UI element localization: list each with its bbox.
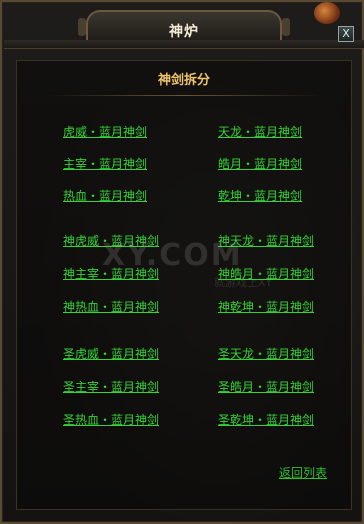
watermark: XY.COM xyxy=(102,238,243,273)
divider xyxy=(47,95,321,96)
sword-link[interactable]: 圣主宰・蓝月神剑 xyxy=(63,378,159,395)
sword-link[interactable]: 主宰・蓝月神剑 xyxy=(63,155,147,172)
title-tab: 神炉 xyxy=(78,10,290,42)
header-bar xyxy=(4,40,364,49)
sword-link[interactable]: 皓月・蓝月神剑 xyxy=(218,155,302,172)
sword-link[interactable]: 圣皓月・蓝月神剑 xyxy=(218,378,314,395)
sword-link[interactable]: 乾坤・蓝月神剑 xyxy=(218,187,302,204)
sword-link[interactable]: 虎威・蓝月神剑 xyxy=(63,123,147,140)
close-button[interactable]: X xyxy=(338,26,354,42)
back-to-list-link[interactable]: 返回列表 xyxy=(279,464,327,481)
watermark-subtitle: 就游戏上XY xyxy=(214,276,273,289)
sword-link[interactable]: 神乾坤・蓝月神剑 xyxy=(218,298,314,315)
sword-link[interactable]: 热血・蓝月神剑 xyxy=(63,187,147,204)
sword-link[interactable]: 圣热血・蓝月神剑 xyxy=(63,411,159,428)
content-panel: 神剑拆分 虎威・蓝月神剑 天龙・蓝月神剑 主宰・蓝月神剑 皓月・蓝月神剑 热血・… xyxy=(16,60,352,510)
decorative-orb-icon xyxy=(314,2,340,24)
sword-link[interactable]: 圣虎威・蓝月神剑 xyxy=(63,345,159,362)
sword-link[interactable]: 圣天龙・蓝月神剑 xyxy=(218,345,314,362)
section-title: 神剑拆分 xyxy=(157,73,210,88)
sword-link[interactable]: 神热血・蓝月神剑 xyxy=(63,298,159,315)
window-title: 神炉 xyxy=(169,24,199,40)
sword-link[interactable]: 圣乾坤・蓝月神剑 xyxy=(218,411,314,428)
sword-link[interactable]: 天龙・蓝月神剑 xyxy=(218,123,302,140)
dialog-frame: 神炉 X 神剑拆分 虎威・蓝月神剑 天龙・蓝月神剑 主宰・蓝月神剑 皓月・蓝月神… xyxy=(0,0,364,524)
